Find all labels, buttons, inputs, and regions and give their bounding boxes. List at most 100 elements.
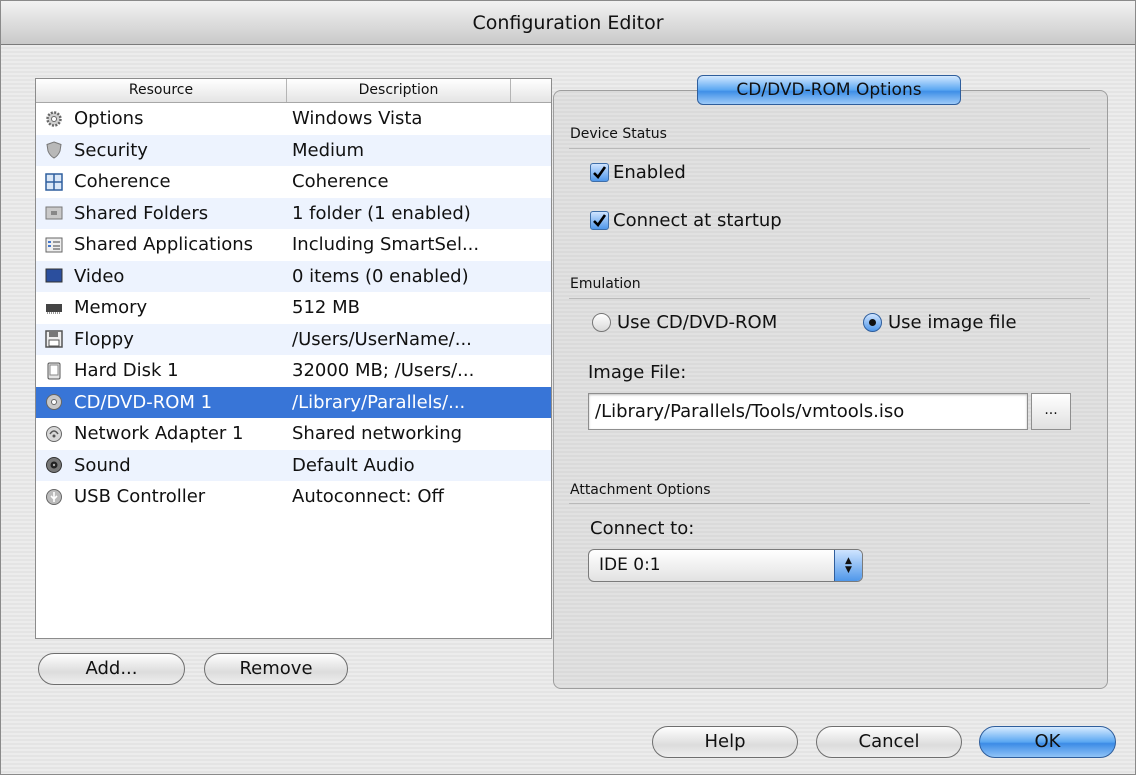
resource-description: /Library/Parallels/...	[292, 391, 466, 413]
use-image-label: Use image file	[888, 312, 1017, 333]
resource-name-cell: Floppy	[36, 329, 287, 350]
add-button[interactable]: Add...	[38, 653, 185, 685]
gear-icon	[44, 109, 64, 129]
hard-disk-icon	[44, 361, 64, 381]
ok-button[interactable]: OK	[979, 726, 1116, 758]
select-arrows-icon: ▲ ▼	[834, 550, 862, 581]
resource-name-cell: Shared Applications	[36, 234, 287, 255]
device-status-divider	[569, 148, 1090, 149]
connect-at-startup-row[interactable]: Connect at startup	[590, 210, 782, 231]
device-status-label: Device Status	[570, 126, 667, 142]
resource-name: Memory	[74, 297, 148, 319]
resource-name-cell: CD/DVD-ROM 1	[36, 392, 287, 413]
image-file-input[interactable]: /Library/Parallels/Tools/vmtools.iso	[588, 393, 1028, 430]
resource-name-cell: Coherence	[36, 171, 287, 192]
resource-name: USB Controller	[74, 486, 206, 508]
resource-name: Network Adapter 1	[74, 423, 244, 445]
resource-row[interactable]: USB Controller Autoconnect: Off	[36, 481, 551, 513]
column-header-resource[interactable]: Resource	[36, 79, 287, 102]
resource-row[interactable]: Shared Folders 1 folder (1 enabled)	[36, 197, 551, 229]
resource-name-cell: Options	[36, 108, 287, 129]
resource-row[interactable]: Hard Disk 1 32000 MB; /Users/...	[36, 355, 551, 387]
connect-to-label: Connect to:	[590, 518, 695, 539]
enabled-checkbox[interactable]	[590, 163, 609, 182]
use-cd-radio[interactable]	[592, 313, 611, 332]
resource-name-cell: USB Controller	[36, 486, 287, 507]
resource-name-cell: Hard Disk 1	[36, 360, 287, 381]
resource-name: Options	[74, 108, 144, 130]
applications-icon	[44, 235, 64, 255]
resource-description: Including SmartSel...	[292, 234, 480, 256]
column-header-spacer	[511, 79, 551, 102]
resource-description: Default Audio	[292, 454, 415, 476]
connect-to-select[interactable]: IDE 0:1 ▲ ▼	[588, 549, 863, 582]
resource-name-cell: Security	[36, 140, 287, 161]
use-cd-label: Use CD/DVD-ROM	[617, 312, 778, 333]
checkmark-icon	[593, 166, 607, 180]
attachment-divider	[569, 503, 1090, 504]
use-cd-radio-row[interactable]: Use CD/DVD-ROM	[592, 312, 777, 333]
cancel-button[interactable]: Cancel	[816, 726, 962, 758]
resource-row[interactable]: Video 0 items (0 enabled)	[36, 260, 551, 292]
resource-name-cell: Video	[36, 266, 287, 287]
resource-list[interactable]: Resource Description Options Windows Vist…	[35, 78, 552, 639]
resource-row[interactable]: Floppy/Users/UserName/...	[36, 323, 551, 355]
resource-row[interactable]: Security Medium	[36, 134, 551, 166]
panel-title-tab: CD/DVD-ROM Options	[697, 75, 961, 105]
resource-name-cell: Memory	[36, 297, 287, 318]
window-title: Configuration Editor	[1, 1, 1135, 45]
attachment-options-label: Attachment Options	[570, 482, 711, 498]
resource-description: Shared networking	[292, 423, 463, 445]
resource-description: /Users/UserName/...	[292, 328, 472, 350]
resource-description: Autoconnect: Off	[292, 486, 444, 508]
shield-icon	[44, 140, 64, 160]
resource-row[interactable]: Options Windows Vista	[36, 103, 551, 135]
coherence-icon	[44, 172, 64, 192]
connect-to-value: IDE 0:1	[599, 555, 661, 575]
connect-at-startup-checkbox[interactable]	[590, 211, 609, 230]
resource-row[interactable]: Memory 512 MB	[36, 292, 551, 324]
use-image-radio-row[interactable]: Use image file	[863, 312, 1017, 333]
checkmark-icon	[593, 214, 607, 228]
resource-name: Video	[74, 265, 125, 287]
resource-row[interactable]: Coherence Coherence	[36, 166, 551, 198]
floppy-icon	[44, 329, 64, 349]
resource-description: 1 folder (1 enabled)	[292, 202, 471, 224]
resource-row[interactable]: Sound Default Audio	[36, 449, 551, 481]
help-button[interactable]: Help	[652, 726, 798, 758]
configuration-editor-window: Configuration Editor Resource Descriptio…	[0, 0, 1136, 775]
resource-name-cell: Shared Folders	[36, 203, 287, 224]
resource-description: Medium	[292, 139, 364, 161]
resource-name: Shared Folders	[74, 202, 209, 224]
resource-name: Floppy	[74, 328, 134, 350]
resource-name: CD/DVD-ROM 1	[74, 391, 213, 413]
emulation-divider	[569, 298, 1090, 299]
speaker-icon	[44, 455, 64, 475]
resource-row[interactable]: Shared Applications Including SmartSel...	[36, 229, 551, 261]
image-file-label: Image File:	[588, 362, 687, 383]
resource-name: Shared Applications	[74, 234, 254, 256]
resource-description: 512 MB	[292, 297, 360, 319]
use-image-radio[interactable]	[863, 313, 882, 332]
emulation-label: Emulation	[570, 276, 641, 292]
resource-row[interactable]: Network Adapter 1 Shared networking	[36, 418, 551, 450]
resource-rows: Options Windows Vista Security Medium Cohere…	[36, 103, 551, 513]
resource-name: Security	[74, 139, 148, 161]
network-icon	[44, 424, 64, 444]
resource-description: Windows Vista	[292, 108, 423, 130]
enabled-label: Enabled	[613, 162, 686, 183]
resource-description: 32000 MB; /Users/...	[292, 360, 475, 382]
remove-button[interactable]: Remove	[204, 653, 348, 685]
folder-icon	[44, 203, 64, 223]
browse-button[interactable]: ...	[1031, 393, 1071, 430]
resource-row[interactable]: CD/DVD-ROM 1/Library/Parallels/...	[36, 386, 551, 418]
list-header: Resource Description	[36, 79, 551, 103]
resource-name: Sound	[74, 454, 131, 476]
resource-name: Hard Disk 1	[74, 360, 179, 382]
enabled-checkbox-row[interactable]: Enabled	[590, 162, 686, 183]
connect-at-startup-label: Connect at startup	[613, 210, 782, 231]
column-header-description[interactable]: Description	[287, 79, 511, 102]
resource-name-cell: Network Adapter 1	[36, 423, 287, 444]
resource-description: Coherence	[292, 171, 389, 193]
resource-name: Coherence	[74, 171, 171, 193]
